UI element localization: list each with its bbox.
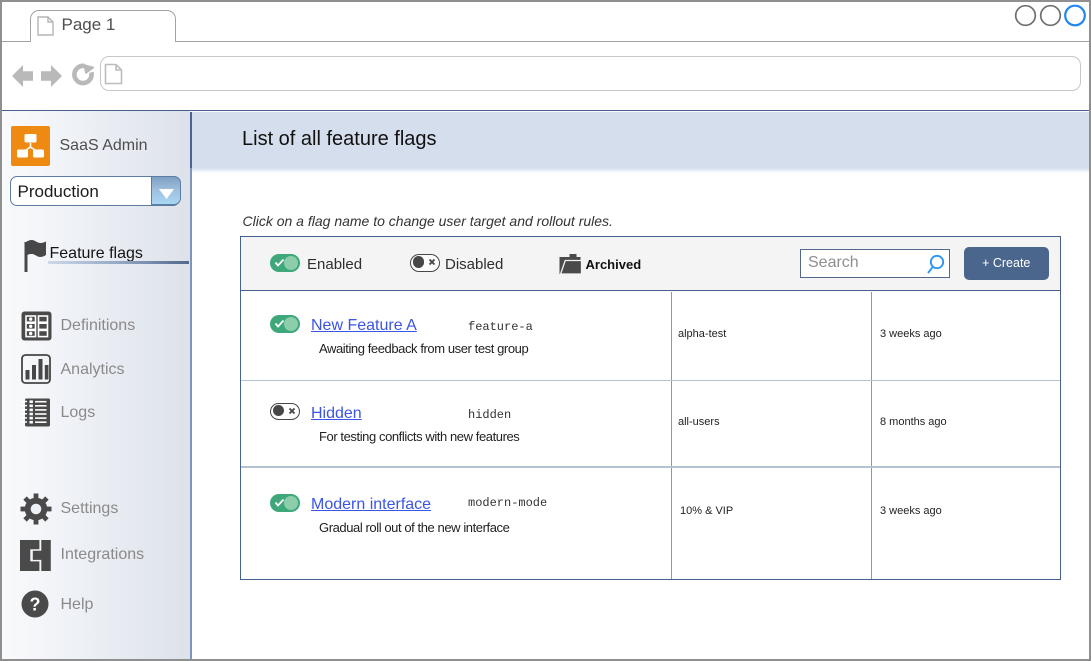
svg-text:?: ? — [30, 595, 41, 615]
